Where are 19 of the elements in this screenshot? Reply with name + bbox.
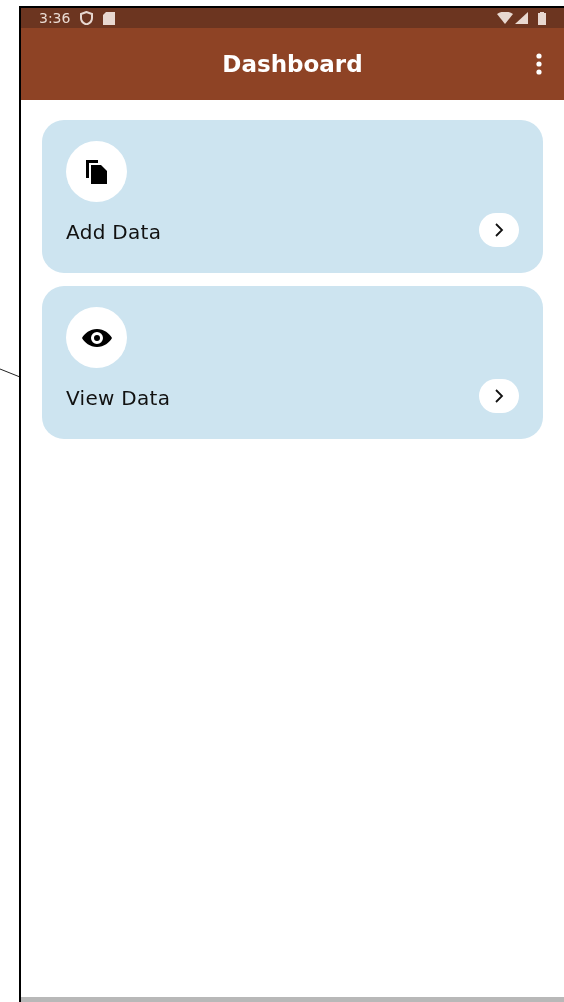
card-label: View Data bbox=[66, 386, 171, 410]
leader-line bbox=[0, 368, 20, 380]
wifi-icon bbox=[497, 12, 513, 24]
shield-icon bbox=[80, 11, 94, 25]
document-copy-icon bbox=[83, 157, 110, 186]
status-time: 3:36 bbox=[39, 10, 71, 26]
battery-icon bbox=[538, 11, 546, 25]
chevron-button[interactable] bbox=[479, 379, 519, 413]
chevron-right-icon bbox=[494, 389, 504, 403]
signal-icon bbox=[515, 12, 528, 24]
sd-card-icon bbox=[103, 11, 116, 25]
more-menu-icon[interactable] bbox=[536, 53, 542, 75]
chevron-button[interactable] bbox=[479, 213, 519, 247]
eye-icon bbox=[80, 327, 113, 348]
card-label: Add Data bbox=[66, 220, 162, 244]
chevron-right-icon bbox=[494, 223, 504, 237]
dashboard-card[interactable]: View Data bbox=[42, 286, 543, 439]
dashboard-card[interactable]: Add Data bbox=[42, 120, 543, 273]
app-title: Dashboard bbox=[222, 51, 363, 77]
